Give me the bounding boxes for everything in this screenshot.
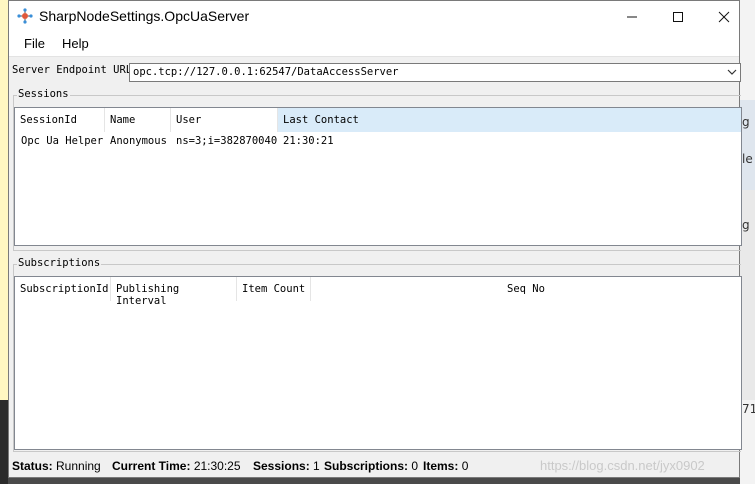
column-header-publishing-interval[interactable]: Publishing Interval [111, 277, 237, 307]
menu-bar: File Help [9, 32, 739, 57]
column-header-subscriptionid[interactable]: SubscriptionId [15, 277, 111, 301]
status-field: Status: Running [12, 459, 101, 473]
desktop-peek-panel [740, 100, 755, 190]
desktop-peek-text: g [742, 115, 750, 129]
column-header-last-contact[interactable]: Last Contact [278, 108, 741, 132]
items-count-field: Items: 0 [423, 459, 469, 473]
network-node-icon [17, 8, 33, 24]
watermark-text: https://blog.csdn.net/jyx0902 [540, 458, 705, 473]
maximize-icon [673, 11, 683, 22]
column-header-name[interactable]: Name [105, 108, 171, 132]
column-header-user[interactable]: User [171, 108, 278, 132]
endpoint-value: opc.tcp://127.0.0.1:62547/DataAccessServ… [133, 66, 399, 78]
title-bar[interactable]: SharpNodeSettings.OpcUaServer [9, 1, 739, 32]
subscriptions-list[interactable]: SubscriptionId Publishing Interval Item … [14, 276, 742, 450]
endpoint-combobox[interactable]: opc.tcp://127.0.0.1:62547/DataAccessServ… [129, 63, 741, 82]
cell-name: Anonymous [110, 135, 167, 147]
desktop-peek-text: g [742, 218, 750, 232]
menu-help[interactable]: Help [62, 36, 89, 51]
sessions-count-field: Sessions: 1 [253, 459, 320, 473]
cell-user: ns=3;i=382870040 [176, 135, 278, 147]
cell-last-contact: 21:30:21 [283, 135, 334, 147]
close-icon [718, 11, 730, 22]
desktop-peek-text: le [742, 152, 753, 166]
minimize-icon [627, 16, 637, 17]
column-header-item-count[interactable]: Item Count [237, 277, 311, 301]
current-time-field: Current Time: 21:30:25 [112, 459, 241, 473]
subscriptions-group-label: Subscriptions [17, 257, 102, 269]
cell-sessionid: Opc Ua Helper [21, 135, 104, 147]
desktop-peek-text: 71 [742, 402, 755, 416]
subscriptions-count-field: Subscriptions: 0 [324, 459, 419, 473]
column-header-seq-no[interactable]: Seq No [311, 277, 741, 301]
maximize-button[interactable] [655, 1, 701, 32]
desktop-dark-area [0, 400, 8, 484]
desktop-background-left [0, 0, 8, 484]
minimize-button[interactable] [609, 1, 655, 32]
sessions-group-label: Sessions [17, 88, 70, 100]
sessions-list[interactable]: SessionId Name User Last Contact Opc Ua … [14, 107, 742, 246]
chevron-down-icon[interactable] [727, 68, 737, 76]
endpoint-label: Server Endpoint URLs [12, 64, 139, 76]
menu-file[interactable]: File [24, 36, 45, 51]
window-title: SharpNodeSettings.OpcUaServer [39, 8, 250, 24]
column-header-sessionid[interactable]: SessionId [15, 108, 105, 132]
desktop-background-right: g le g 71 [740, 0, 755, 484]
main-window: SharpNodeSettings.OpcUaServer File Help … [8, 0, 742, 478]
close-button[interactable] [701, 1, 747, 32]
